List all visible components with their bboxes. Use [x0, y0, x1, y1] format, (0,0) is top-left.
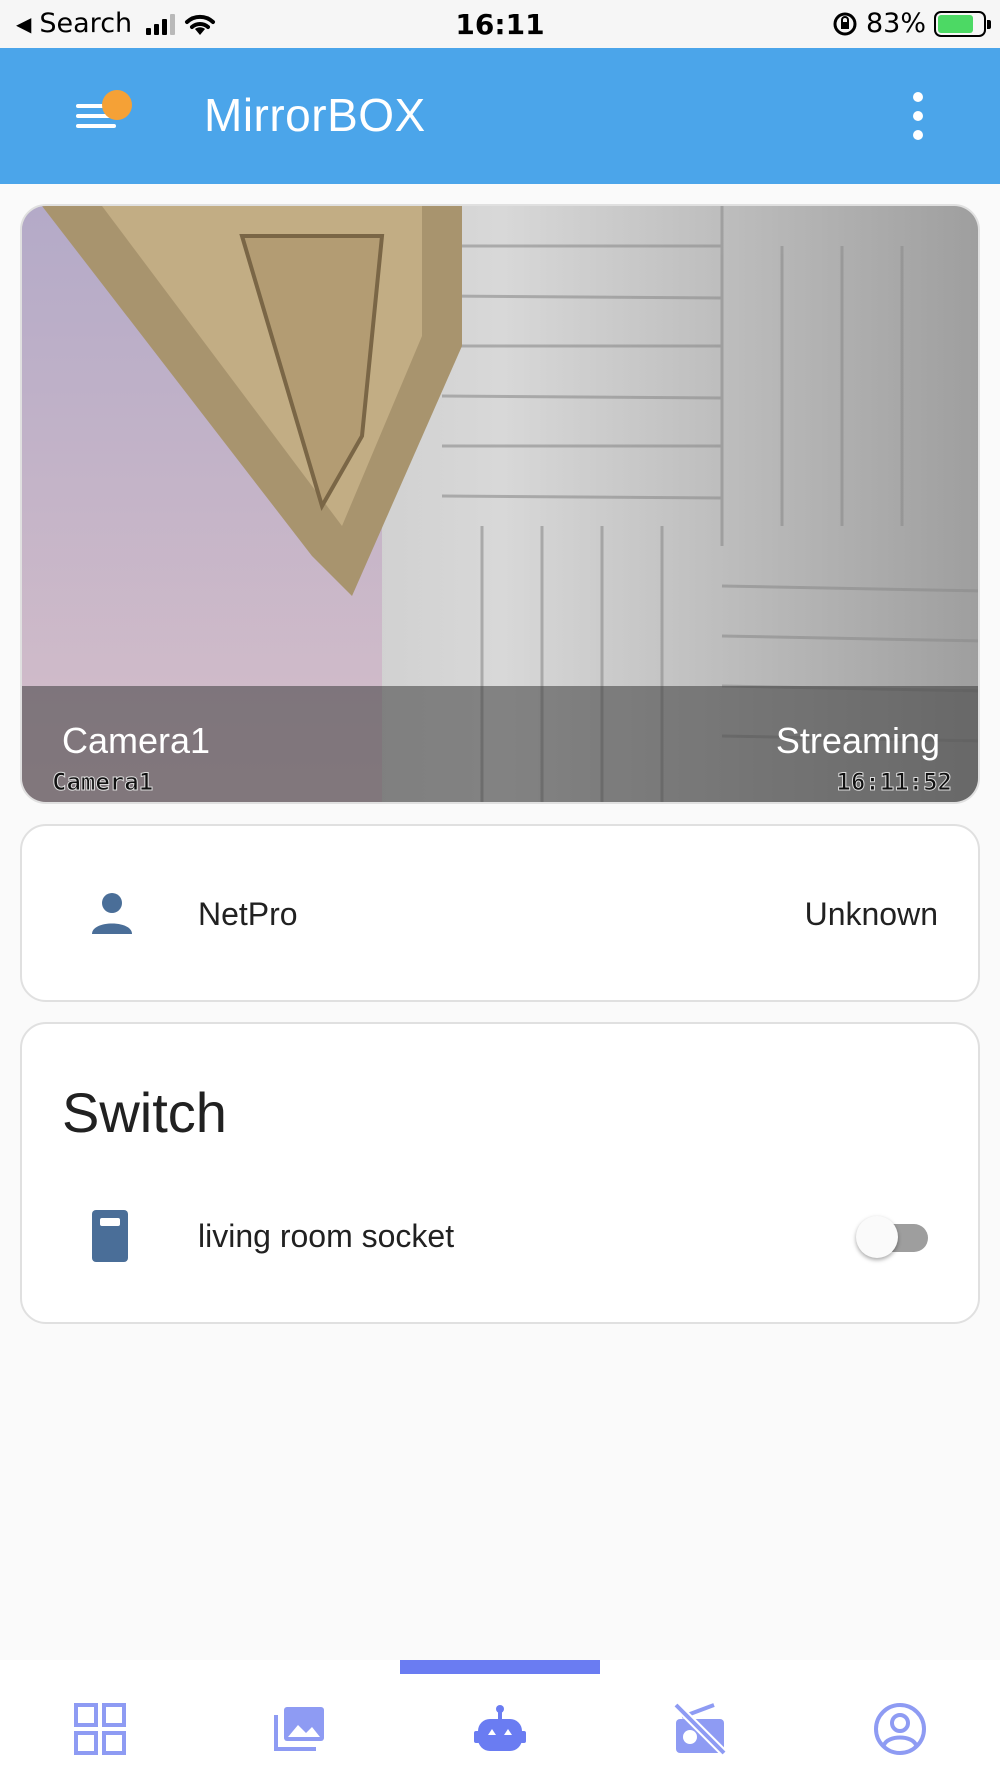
hamburger-menu-icon[interactable] — [72, 90, 142, 140]
nav-account[interactable] — [800, 1694, 1000, 1764]
person-name: NetPro — [198, 896, 298, 932]
orientation-lock-icon — [833, 12, 857, 35]
socket-icon — [92, 1210, 128, 1262]
app-bar: MirrorBOX — [0, 48, 1000, 184]
nav-active-indicator — [400, 1660, 600, 1674]
person-icon — [92, 893, 132, 934]
status-bar-right: 83% — [832, 8, 991, 39]
camera-name: Camera1 — [62, 720, 211, 761]
status-bar: ◀ Search 16:11 83% — [0, 0, 1000, 48]
app-title: MirrorBOX — [204, 89, 426, 141]
nav-robot[interactable] — [400, 1694, 600, 1764]
account-circle-icon — [874, 1703, 926, 1755]
person-card[interactable]: NetPro Unknown — [20, 824, 980, 1002]
nav-dashboard[interactable] — [0, 1694, 200, 1764]
camera-osd-name: Camera1 — [51, 768, 154, 797]
battery-percent: 83% — [865, 8, 926, 39]
camera-status: Streaming — [775, 720, 940, 761]
dashboard-grid-icon — [74, 1703, 126, 1755]
camera-card[interactable]: Camera1 Streaming Camera1 16:11:52 — [20, 204, 980, 804]
nav-gallery[interactable] — [200, 1694, 400, 1764]
radio-off-icon — [673, 1702, 727, 1756]
camera-osd-time: 16:11:52 — [836, 768, 953, 797]
battery-icon — [934, 10, 991, 37]
person-status: Unknown — [804, 896, 938, 932]
notification-dot — [102, 90, 132, 120]
socket-toggle[interactable] — [856, 1216, 928, 1258]
switch-card: Switch living room socket — [20, 1022, 980, 1324]
robot-icon — [474, 1705, 526, 1751]
more-vert-icon[interactable] — [910, 92, 926, 140]
bottom-nav — [0, 1660, 1000, 1778]
gallery-icon — [274, 1707, 324, 1751]
nav-radio[interactable] — [600, 1694, 800, 1764]
switch-section-title: Switch — [62, 1081, 227, 1144]
camera-overlay: Camera1 Streaming Camera1 16:11:52 — [22, 686, 978, 802]
switch-label: living room socket — [198, 1218, 455, 1254]
